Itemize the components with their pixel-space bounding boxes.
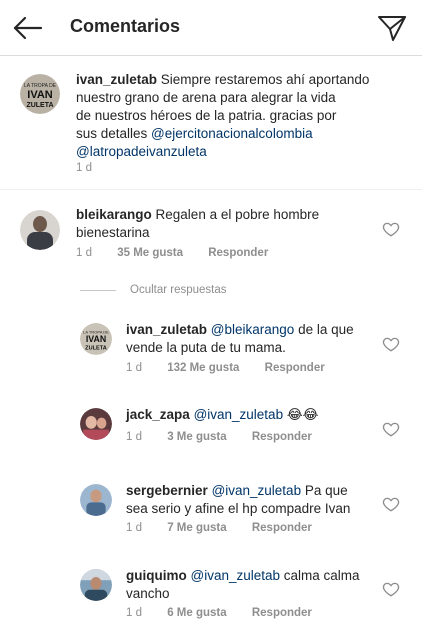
likes-count[interactable]: 132 Me gusta [167, 362, 239, 374]
timestamp: 1 d [126, 607, 142, 619]
username[interactable]: guiquimo [126, 568, 187, 583]
avatar[interactable]: LA TROPA DE IVAN ZULETA [80, 323, 112, 355]
username[interactable]: sergebernier [126, 483, 208, 498]
mention-link[interactable]: @ivan_zuletab [212, 483, 302, 498]
mention-link[interactable]: @ejercitonacionalcolombia [151, 126, 313, 141]
comment-text: nuestro grano de arena para alegrar la v… [76, 90, 336, 105]
comment-meta: 1 d 6 Me gusta Responder [126, 607, 312, 619]
comment-text: vancho [126, 586, 170, 601]
comment-meta: 1 d 7 Me gusta Responder [126, 522, 312, 534]
likes-count[interactable]: 6 Me gusta [167, 607, 226, 619]
reply-button[interactable]: Responder [252, 522, 312, 534]
reply-button[interactable]: Responder [265, 362, 325, 374]
like-button[interactable] [382, 220, 400, 238]
comment-text: calma calma [280, 568, 360, 583]
comment-text-block: sergebernier @ivan_zuletab Pa que sea se… [126, 482, 376, 518]
like-button[interactable] [382, 495, 400, 513]
avatar[interactable] [80, 484, 112, 516]
back-arrow-icon [13, 16, 43, 40]
comment-text: de nuestros héroes de la patria. gracias… [76, 108, 337, 123]
reply-button[interactable]: Responder [252, 431, 312, 443]
comment-text: sea serio y afine el hp compadre Ivan [126, 501, 351, 516]
like-button[interactable] [382, 580, 400, 598]
likes-count[interactable]: 35 Me gusta [117, 247, 183, 259]
like-button[interactable] [382, 335, 400, 353]
comment-meta: 1 d 35 Me gusta Responder [76, 247, 268, 259]
mention-link[interactable]: @ivan_zuletab [194, 407, 284, 422]
timestamp: 1 d [76, 162, 92, 174]
timestamp: 1 d [126, 431, 142, 443]
heart-outline-icon [382, 582, 400, 597]
caption-text: ivan_zuletab Siempre restaremos ahí apor… [76, 71, 406, 161]
comment-text: sus detalles [76, 126, 152, 141]
post-caption: LA TROPA DE IVAN ZULETA ivan_zuletab Sie… [0, 56, 422, 190]
avatar[interactable] [20, 210, 60, 250]
reply-button[interactable]: Responder [252, 607, 312, 619]
profile-photo-image [20, 210, 60, 250]
comment-text: vende la puta de tu mama. [126, 340, 286, 355]
comment-meta: 1 d 132 Me gusta Responder [126, 362, 325, 374]
timestamp: 1 d [126, 362, 142, 374]
back-button[interactable] [12, 12, 44, 44]
profile-photo-image [80, 484, 112, 516]
comment-text-block: bleikarango Regalen a el pobre hombre bi… [76, 206, 366, 242]
comment-text: Pa que [301, 483, 348, 498]
username[interactable]: bleikarango [76, 207, 152, 222]
logo-avatar-image: LA TROPA DE IVAN ZULETA [20, 74, 60, 114]
mention-link[interactable]: @ivan_zuletab [191, 568, 281, 583]
comment-text: Regalen a el pobre hombre [151, 207, 320, 222]
comment-text: bienestarina [76, 225, 150, 240]
comment-text-block: jack_zapa @ivan_zuletab 😂😂 [126, 406, 376, 424]
avatar[interactable] [80, 408, 112, 440]
svg-text:ZULETA: ZULETA [26, 102, 53, 109]
divider [80, 289, 116, 291]
like-button[interactable] [382, 420, 400, 438]
heart-outline-icon [382, 337, 400, 352]
hide-replies-label: Ocultar respuestas [130, 284, 227, 296]
profile-photo-image [80, 408, 112, 440]
top-bar: Comentarios [0, 0, 422, 56]
page-title: Comentarios [70, 16, 181, 36]
comment-text-block: guiquimo @ivan_zuletab calma calma vanch… [126, 567, 376, 603]
comment-text-block: ivan_zuletab @bleikarango de la que vend… [126, 321, 376, 357]
heart-outline-icon [382, 422, 400, 437]
svg-text:IVAN: IVAN [86, 334, 106, 344]
heart-outline-icon [382, 222, 400, 237]
likes-count[interactable]: 3 Me gusta [167, 431, 226, 443]
username[interactable]: ivan_zuletab [76, 72, 157, 87]
username[interactable]: jack_zapa [126, 407, 190, 422]
logo-avatar-image: LA TROPA DE IVAN ZULETA [80, 323, 112, 355]
send-icon [378, 16, 406, 41]
mention-link[interactable]: @latropadeivanzuleta [76, 144, 207, 159]
svg-text:ZULETA: ZULETA [85, 345, 107, 351]
comment-text: de la que [294, 322, 354, 337]
avatar[interactable]: LA TROPA DE IVAN ZULETA [20, 74, 60, 114]
comment-text: Siempre restaremos ahí aportando [157, 72, 370, 87]
timestamp: 1 d [126, 522, 142, 534]
reply-button[interactable]: Responder [208, 247, 268, 259]
send-button[interactable] [376, 12, 408, 44]
hide-replies-button[interactable]: Ocultar respuestas [80, 284, 227, 296]
mention-link[interactable]: @bleikarango [211, 322, 295, 337]
comment-meta: 1 d 3 Me gusta Responder [126, 431, 312, 443]
timestamp: 1 d [76, 247, 92, 259]
heart-outline-icon [382, 497, 400, 512]
username[interactable]: ivan_zuletab [126, 322, 207, 337]
likes-count[interactable]: 7 Me gusta [167, 522, 226, 534]
comment-text: 😂😂 [283, 407, 319, 422]
profile-photo-image [80, 569, 112, 601]
avatar[interactable] [80, 569, 112, 601]
svg-text:IVAN: IVAN [27, 89, 53, 101]
